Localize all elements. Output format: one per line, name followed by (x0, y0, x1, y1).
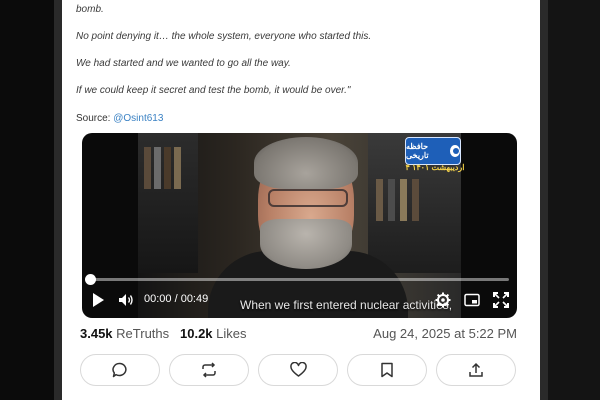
picture-in-picture-icon (464, 293, 480, 307)
play-icon (93, 293, 104, 307)
volume-icon (119, 294, 133, 306)
retruths-stat[interactable]: 3.45k ReTruths (80, 326, 169, 341)
post-text-line-2: No point denying it… the whole system, e… (76, 31, 372, 42)
video-frame: حافظه تاریخی ۴ اردیبهشت ۱۴۰۱ When we fir… (138, 133, 464, 318)
reply-button[interactable] (80, 354, 160, 386)
share-button[interactable] (436, 354, 516, 386)
left-backdrop (0, 0, 62, 400)
share-icon (469, 362, 483, 377)
likes-stat[interactable]: 10.2k Likes (180, 326, 247, 341)
video-progress-thumb[interactable] (85, 274, 96, 285)
bookmark-button[interactable] (347, 354, 427, 386)
source-label: Source: (76, 113, 111, 124)
source-handle-link[interactable]: @Osint613 (113, 113, 163, 124)
right-backdrop (540, 0, 600, 400)
settings-button[interactable] (435, 292, 451, 308)
like-button[interactable] (258, 354, 338, 386)
fullscreen-icon (493, 292, 509, 308)
speaker-glasses (268, 189, 348, 207)
post-stats: 3.45k ReTruths 10.2k Likes Aug 24, 2025 … (80, 326, 517, 342)
fullscreen-button[interactable] (493, 292, 509, 308)
speaker-hair (254, 137, 358, 189)
heart-icon (289, 362, 307, 377)
post-text-line-3: We had started and we wanted to go all t… (76, 58, 291, 69)
channel-emblem-icon (449, 145, 460, 157)
play-button[interactable] (91, 292, 105, 308)
channel-logo-text: حافظه تاریخی (406, 142, 429, 160)
channel-logo: حافظه تاریخی (405, 137, 461, 165)
post-text-line-4: If we could keep it secret and test the … (76, 85, 351, 96)
retruths-label: ReTruths (116, 326, 170, 341)
reply-bubble-icon (112, 362, 127, 378)
speaker-beard (260, 219, 352, 269)
video-progress-bar[interactable] (85, 274, 509, 285)
volume-button[interactable] (118, 292, 134, 308)
picture-in-picture-button[interactable] (464, 292, 480, 308)
retruth-arrows-icon (202, 362, 216, 378)
source-line: Source: @Osint613 (76, 113, 163, 124)
gear-icon (435, 292, 451, 308)
likes-label: Likes (216, 326, 247, 341)
video-time: 00:00 / 00:49 (144, 293, 209, 305)
bookmark-icon (381, 362, 393, 378)
channel-date: ۴ اردیبهشت ۱۴۰۱ (405, 163, 465, 172)
retruths-count: 3.45k (80, 326, 113, 341)
bookshelf-left (138, 133, 198, 273)
post-text-line-1: bomb. (76, 4, 104, 15)
video-player[interactable]: حافظه تاریخی ۴ اردیبهشت ۱۴۰۱ When we fir… (82, 133, 517, 318)
likes-count: 10.2k (180, 326, 213, 341)
post-date[interactable]: Aug 24, 2025 at 5:22 PM (373, 326, 517, 341)
retruth-button[interactable] (169, 354, 249, 386)
